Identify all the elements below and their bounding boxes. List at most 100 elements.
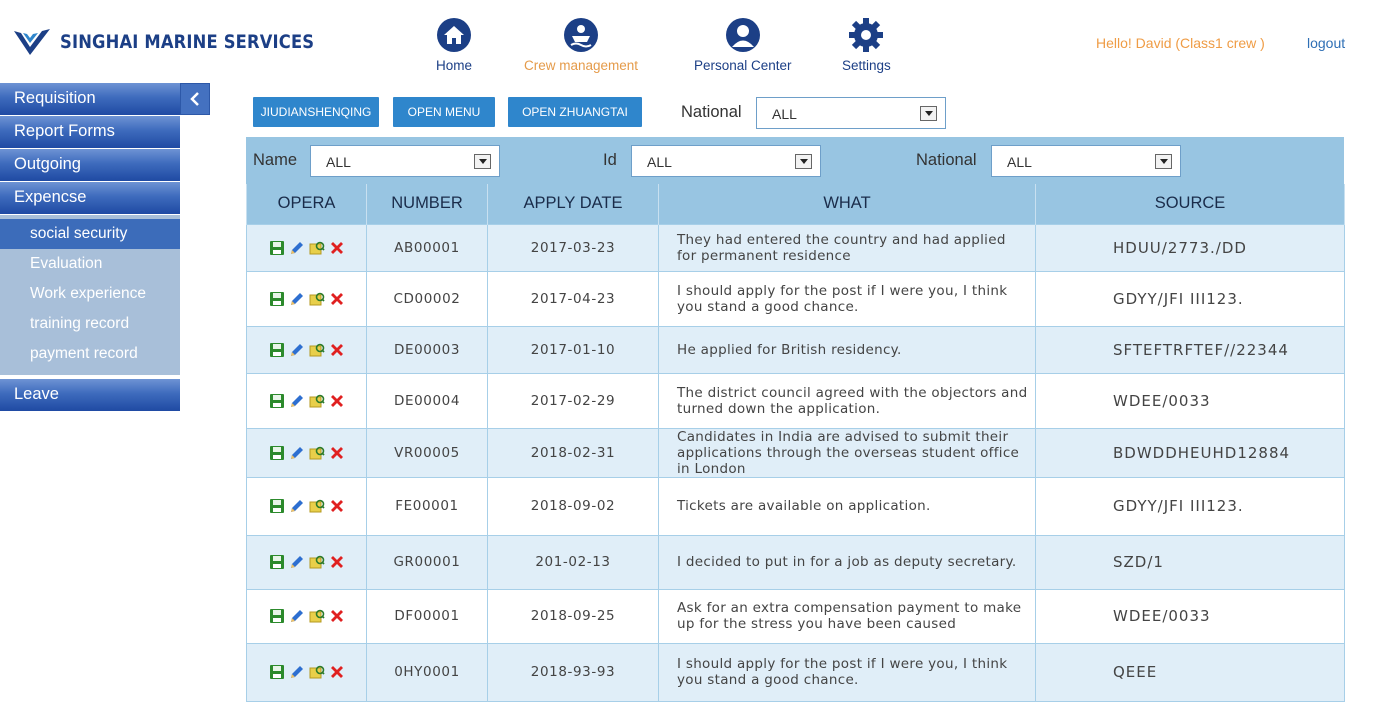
save-icon[interactable]	[268, 553, 286, 571]
source-cell: SFTEFTRFTEF//22344	[1035, 325, 1345, 374]
edit-icon[interactable]	[288, 290, 306, 308]
edit-icon[interactable]	[288, 239, 306, 257]
column-header-what: WHAT	[658, 184, 1036, 224]
national-filter-label: National	[916, 151, 977, 169]
edit-icon[interactable]	[288, 663, 306, 681]
row-actions	[268, 239, 366, 257]
table-row: FE00001 2018-09-02 Tickets are available o…	[246, 476, 1345, 536]
edit-icon[interactable]	[288, 497, 306, 515]
edit-icon[interactable]	[288, 607, 306, 625]
table-row: AB00001 2017-03-23 They had entered the co…	[246, 223, 1345, 272]
delete-icon[interactable]	[328, 497, 346, 515]
view-icon[interactable]	[308, 497, 326, 515]
source-cell: QEEE	[1035, 642, 1345, 702]
edit-icon[interactable]	[288, 392, 306, 410]
table-row: 0HY0001 2018-93-93 I should apply for the …	[246, 642, 1345, 702]
sidebar-submenu: social security Evaluation Work experien…	[0, 215, 180, 375]
sidebar-item-report-forms[interactable]: Report Forms	[0, 116, 180, 148]
sidebar-subitem-training-record[interactable]: training record	[0, 309, 180, 339]
opera-cell	[246, 642, 367, 702]
delete-icon[interactable]	[328, 239, 346, 257]
edit-icon[interactable]	[288, 444, 306, 462]
view-icon[interactable]	[308, 392, 326, 410]
source-cell: WDEE/0033	[1035, 372, 1345, 429]
apply-date-cell: 2017-03-23	[487, 223, 659, 272]
view-icon[interactable]	[308, 607, 326, 625]
save-icon[interactable]	[268, 497, 286, 515]
open-zhuangtai-button[interactable]: OPEN ZHUANGTAI	[508, 97, 642, 127]
what-cell: I should apply for the post if I were yo…	[658, 642, 1036, 702]
sidebar-subitem-payment-record[interactable]: payment record	[0, 339, 180, 369]
what-cell: I should apply for the post if I were yo…	[658, 270, 1036, 327]
sidebar-subitem-evaluation[interactable]: Evaluation	[0, 249, 180, 279]
apply-date-cell: 2017-04-23	[487, 270, 659, 327]
nav-personal-center[interactable]: Personal Center	[694, 18, 792, 73]
save-icon[interactable]	[268, 239, 286, 257]
delete-icon[interactable]	[328, 290, 346, 308]
source-cell: HDUU/2773./DD	[1035, 223, 1345, 272]
delete-icon[interactable]	[328, 444, 346, 462]
row-actions	[268, 444, 366, 462]
nav-settings-label: Settings	[842, 58, 891, 73]
nav-settings[interactable]: Settings	[842, 18, 891, 73]
view-icon[interactable]	[308, 239, 326, 257]
opera-cell	[246, 427, 367, 478]
national-filter-select[interactable]: ALL	[991, 145, 1181, 177]
source-cell: BDWDDHEUHD12884	[1035, 427, 1345, 478]
user-greeting: Hello! David (Class1 crew )	[1096, 35, 1265, 51]
id-filter-value: ALL	[647, 154, 672, 170]
view-icon[interactable]	[308, 553, 326, 571]
nav-crew-management[interactable]: Crew management	[524, 18, 638, 73]
save-icon[interactable]	[268, 290, 286, 308]
sidebar-item-leave[interactable]: Leave	[0, 379, 180, 411]
filter-bar: Name ALL Id ALL National ALL	[246, 137, 1344, 184]
table-body: AB00001 2017-03-23 They had entered the co…	[246, 223, 1345, 702]
sidebar-subitem-work-experience[interactable]: Work experience	[0, 279, 180, 309]
what-cell: Candidates in India are advised to submi…	[658, 427, 1036, 478]
sidebar-item-outgoing[interactable]: Outgoing	[0, 149, 180, 181]
jiudianshenqing-button[interactable]: JIUDIANSHENQING	[253, 97, 379, 127]
apply-date-cell: 2018-09-25	[487, 588, 659, 644]
sidebar-item-expencse[interactable]: Expencse	[0, 182, 180, 214]
what-cell: Ask for an extra compensation payment to…	[658, 588, 1036, 644]
national-select-top-value: ALL	[772, 106, 797, 122]
view-icon[interactable]	[308, 444, 326, 462]
name-filter-select[interactable]: ALL	[310, 145, 500, 177]
sidebar-subitem-social-security[interactable]: social security	[0, 219, 180, 249]
opera-cell	[246, 588, 367, 644]
nav-home[interactable]: Home	[436, 18, 472, 73]
table-row: CD00002 2017-04-23 I should apply for the …	[246, 270, 1345, 327]
id-filter-select[interactable]: ALL	[631, 145, 821, 177]
save-icon[interactable]	[268, 663, 286, 681]
edit-icon[interactable]	[288, 553, 306, 571]
table-header-row: OPERA NUMBER APPLY DATE WHAT SOURCE	[246, 184, 1345, 224]
logout-link[interactable]: logout	[1307, 35, 1345, 51]
national-select-top[interactable]: ALL	[756, 97, 946, 129]
column-header-apply-date: APPLY DATE	[487, 184, 659, 224]
number-cell: DF00001	[366, 588, 488, 644]
open-menu-button[interactable]: OPEN MENU	[393, 97, 495, 127]
sidebar-collapse-button[interactable]	[180, 83, 210, 115]
row-actions	[268, 392, 366, 410]
user-icon	[725, 18, 760, 52]
save-icon[interactable]	[268, 341, 286, 359]
view-icon[interactable]	[308, 290, 326, 308]
delete-icon[interactable]	[328, 663, 346, 681]
delete-icon[interactable]	[328, 553, 346, 571]
column-header-opera: OPERA	[246, 184, 367, 224]
view-icon[interactable]	[308, 663, 326, 681]
opera-cell	[246, 534, 367, 590]
save-icon[interactable]	[268, 392, 286, 410]
delete-icon[interactable]	[328, 341, 346, 359]
sidebar-item-requisition[interactable]: Requisition	[0, 83, 180, 115]
delete-icon[interactable]	[328, 392, 346, 410]
brand-logo[interactable]: SINGHAI MARINE SERVICES	[12, 24, 356, 60]
save-icon[interactable]	[268, 607, 286, 625]
edit-icon[interactable]	[288, 341, 306, 359]
national-label-top: National	[681, 103, 742, 121]
view-icon[interactable]	[308, 341, 326, 359]
chevron-down-icon	[795, 154, 812, 169]
save-icon[interactable]	[268, 444, 286, 462]
delete-icon[interactable]	[328, 607, 346, 625]
crew-icon	[564, 18, 599, 52]
